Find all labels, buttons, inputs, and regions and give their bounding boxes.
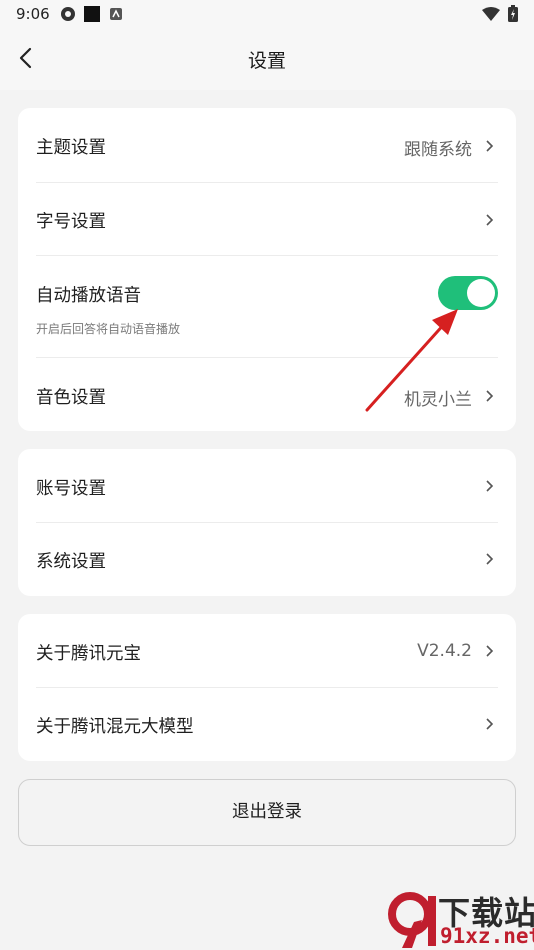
status-time: 9:06 <box>16 5 50 23</box>
chevron-right-icon <box>486 214 494 226</box>
version-value: V2.4.2 <box>417 641 472 661</box>
auto-voice-row: 自动播放语音 开启后回答将自动语音播放 <box>18 256 516 357</box>
chevron-right-icon <box>486 718 494 730</box>
chevron-right-icon <box>486 390 494 402</box>
watermark-domain: 91xz.net <box>440 924 534 948</box>
app-header: 设置 <box>0 28 534 90</box>
battery-icon <box>508 5 518 22</box>
theme-settings-label: 主题设置 <box>36 138 106 158</box>
about-card: 关于腾讯元宝 V2.4.2 关于腾讯混元大模型 <box>18 614 516 761</box>
watermark: 下载站 91xz.net <box>388 886 534 950</box>
accessibility-notification-icon <box>110 8 122 20</box>
system-settings-row[interactable]: 系统设置 <box>18 523 516 596</box>
font-size-settings-label: 字号设置 <box>36 212 106 232</box>
theme-settings-value: 跟随系统 <box>404 140 472 160</box>
about-hunyuan-label: 关于腾讯混元大模型 <box>36 717 194 737</box>
watermark-logo-icon <box>388 892 436 948</box>
account-settings-card: 账号设置 系统设置 <box>18 449 516 596</box>
auto-voice-description: 开启后回答将自动语音播放 <box>36 322 181 336</box>
auto-voice-toggle[interactable] <box>438 276 498 310</box>
voice-tone-value: 机灵小兰 <box>404 390 472 410</box>
about-hunyuan-row[interactable]: 关于腾讯混元大模型 <box>18 688 516 761</box>
chevron-right-icon <box>486 480 494 492</box>
toggle-knob <box>467 279 495 307</box>
auto-voice-label: 自动播放语音 <box>36 286 141 306</box>
account-settings-row[interactable]: 账号设置 <box>18 449 516 522</box>
about-yuanbao-label: 关于腾讯元宝 <box>36 644 141 664</box>
square-notification-icon <box>84 6 100 22</box>
wifi-icon <box>482 7 500 21</box>
status-bar: 9:06 <box>0 0 534 28</box>
voice-tone-settings-label: 音色设置 <box>36 388 106 408</box>
logout-button[interactable]: 退出登录 <box>18 779 516 846</box>
chevron-right-icon <box>486 140 494 152</box>
chevron-right-icon <box>486 645 494 657</box>
page-title: 设置 <box>247 50 286 72</box>
about-yuanbao-row[interactable]: 关于腾讯元宝 V2.4.2 <box>18 614 516 687</box>
system-settings-label: 系统设置 <box>36 552 106 572</box>
display-settings-card: 主题设置 跟随系统 字号设置 自动播放语音 开启后回答将自动语音播放 音色设置 … <box>18 108 516 431</box>
chevron-right-icon <box>486 553 494 565</box>
font-size-settings-row[interactable]: 字号设置 <box>18 183 516 255</box>
theme-settings-row[interactable]: 主题设置 跟随系统 <box>18 108 516 182</box>
app-notification-icon <box>61 7 75 21</box>
account-settings-label: 账号设置 <box>36 479 106 499</box>
voice-tone-settings-row[interactable]: 音色设置 机灵小兰 <box>18 358 516 431</box>
